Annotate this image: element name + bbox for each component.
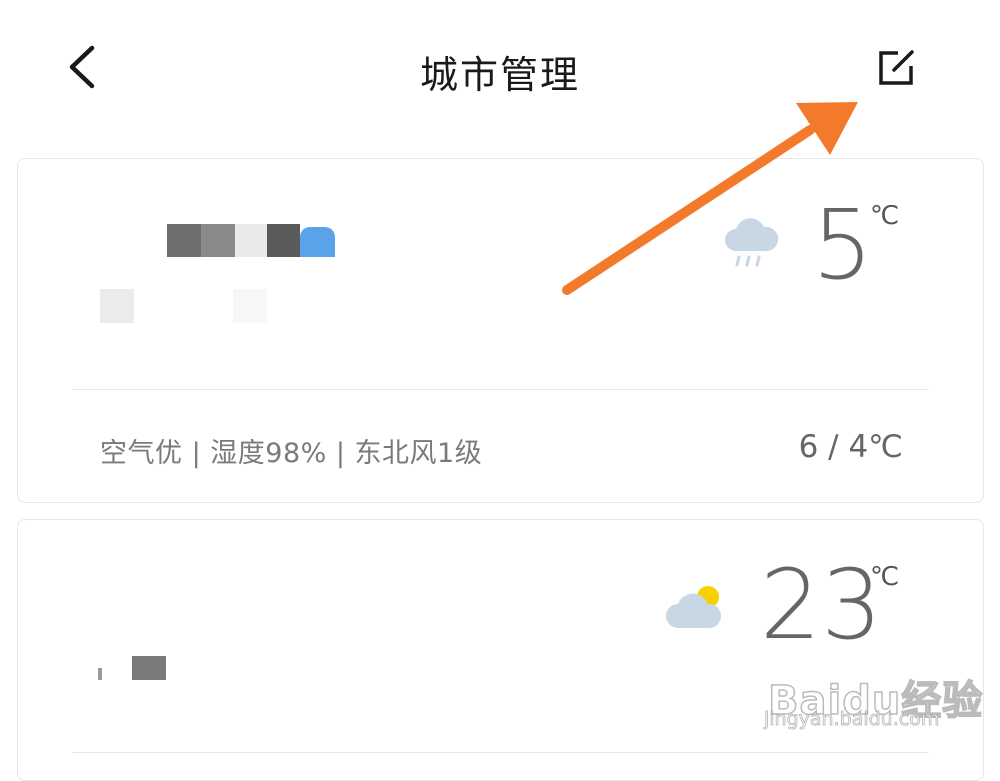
page-title: 城市管理 [419, 53, 580, 97]
city-card[interactable]: 5 ℃ 空气优 | 湿度98% | 东北风1级 6 / 4℃ [17, 158, 984, 503]
cloud-rain-icon [725, 218, 779, 267]
edit-button[interactable] [874, 44, 920, 90]
air-quality-info: 空气优 | 湿度98% | 东北风1级 [100, 438, 483, 469]
city-subtitle-blurred [233, 289, 267, 323]
partly-cloudy-icon [666, 586, 722, 628]
watermark-url: jingyan.baidu.com [764, 708, 940, 731]
edit-icon [879, 50, 914, 85]
divider [72, 389, 929, 390]
temperature-unit: ℃ [870, 201, 900, 231]
city-subtitle-blurred [100, 289, 134, 323]
current-temperature: 23 [760, 549, 883, 661]
temperature-unit: ℃ [870, 562, 900, 592]
city-name-blurred [98, 668, 102, 680]
city-name-blurred [132, 656, 166, 680]
watermark: Baidu经验 jingyan.baidu.com [760, 640, 1000, 754]
header-bar: 城市管理 [0, 0, 1000, 140]
current-temperature: 5 [812, 189, 874, 301]
temperature-range: 6 / 4℃ [798, 429, 903, 465]
city-name-blurred [167, 224, 335, 257]
